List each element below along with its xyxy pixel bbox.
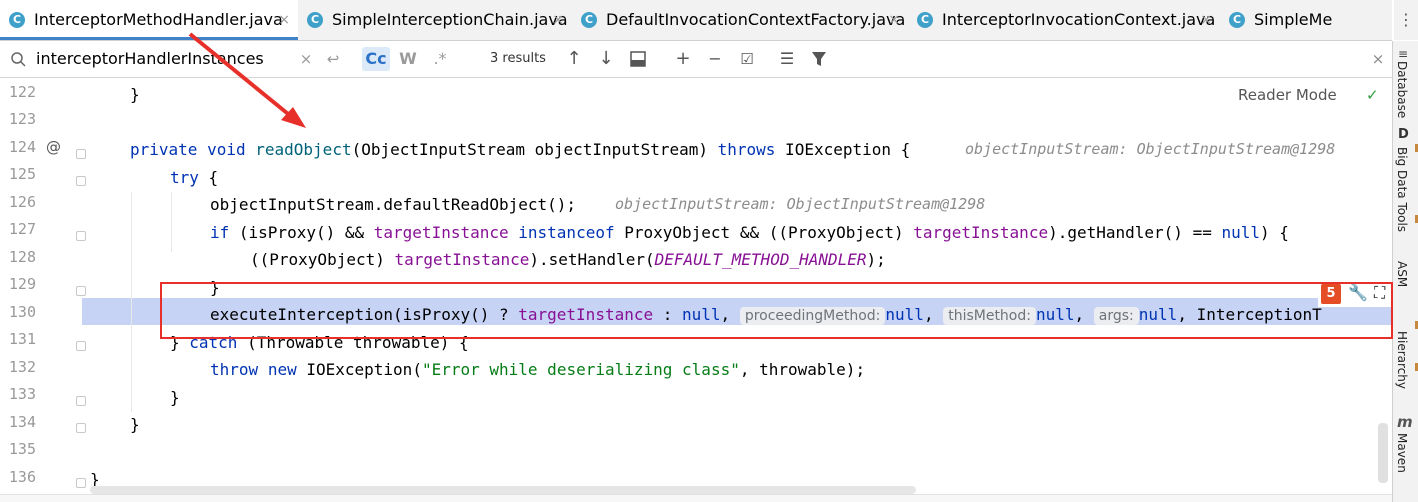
- annotation-arrow: [188, 32, 300, 124]
- annotation-box: [160, 282, 1393, 339]
- annotation-overlay: [160, 32, 1393, 339]
